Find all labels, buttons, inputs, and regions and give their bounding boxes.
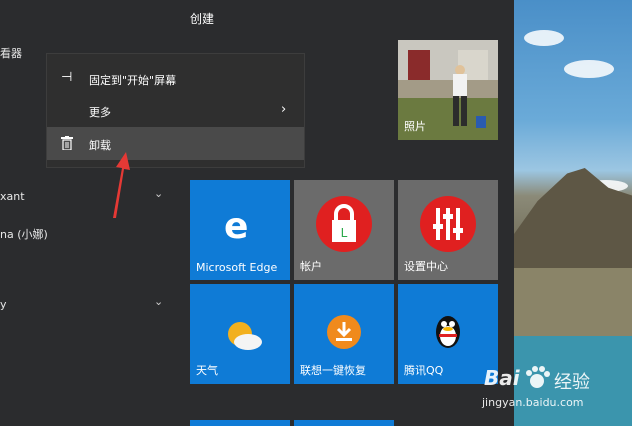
- watermark-brand-suffix: 经验: [554, 372, 590, 393]
- watermark-url: jingyan.baidu.com: [482, 396, 584, 409]
- paw-icon: [526, 366, 550, 388]
- watermark-brand: Bai: [484, 366, 520, 390]
- baidu-watermark: Bai 经验 jingyan.baidu.com: [478, 366, 628, 412]
- annotation-arrow: [113, 152, 130, 218]
